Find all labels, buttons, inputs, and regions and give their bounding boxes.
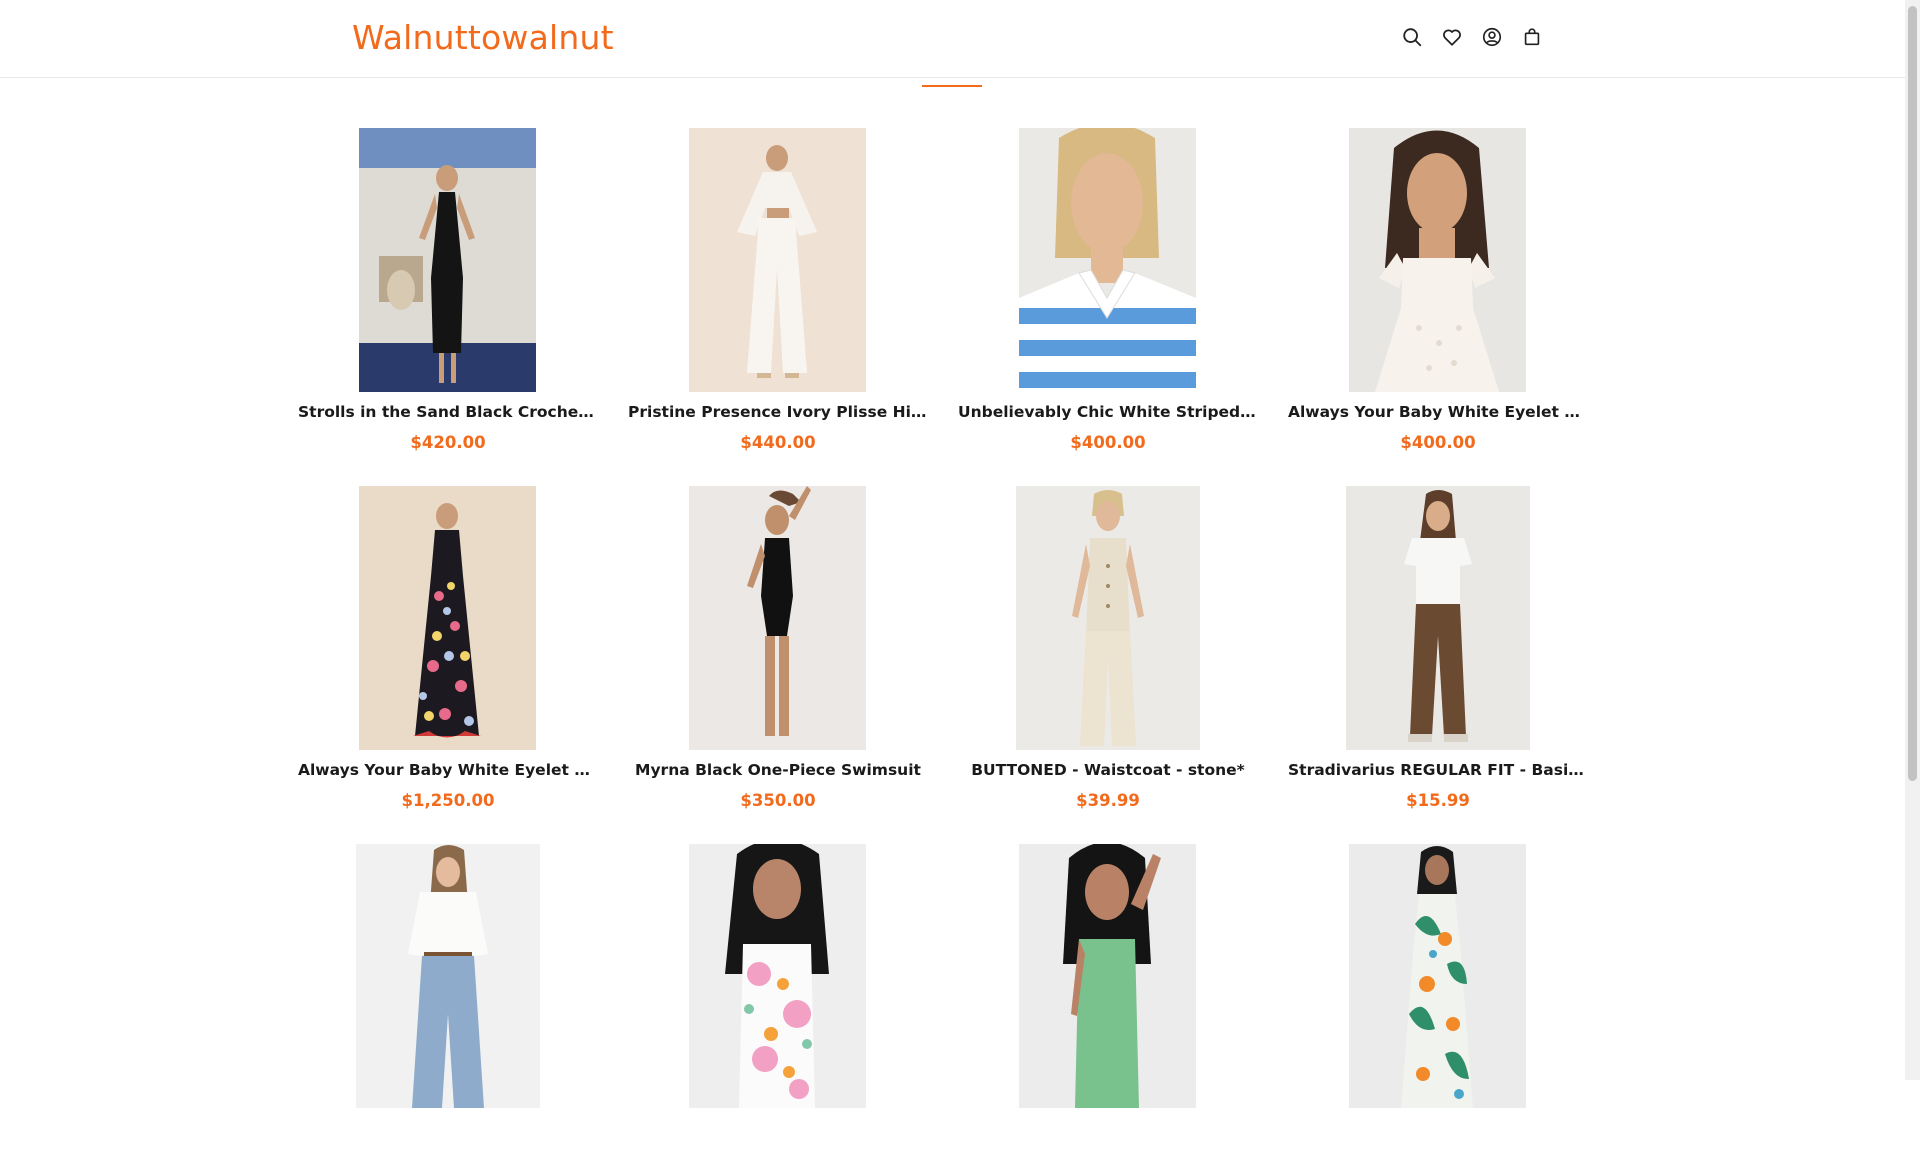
product-price: $400.00 bbox=[1400, 433, 1476, 452]
product-name[interactable]: Myrna Black One-Piece Swimsuit bbox=[628, 759, 928, 781]
product-card[interactable] bbox=[298, 844, 598, 1170]
product-image[interactable] bbox=[689, 844, 866, 1108]
product-image[interactable] bbox=[689, 486, 866, 750]
product-card[interactable] bbox=[628, 844, 928, 1170]
product-card[interactable]: Myrna Black One-Piece Swimsuit $350.00 bbox=[628, 486, 928, 812]
product-image[interactable] bbox=[1019, 128, 1196, 392]
search-icon[interactable] bbox=[1398, 22, 1426, 52]
product-grid: Strolls in the Sand Black Crochet Midi D… bbox=[298, 128, 1618, 1170]
product-card[interactable]: Stradivarius REGULAR FIT - Basic T-shirt… bbox=[1288, 486, 1588, 812]
product-card[interactable]: Pristine Presence Ivory Plisse High-Wais… bbox=[628, 128, 928, 454]
header-actions bbox=[1398, 22, 1546, 52]
product-price: $400.00 bbox=[1070, 433, 1146, 452]
active-nav-indicator bbox=[922, 85, 982, 87]
product-card[interactable] bbox=[958, 844, 1258, 1170]
product-card[interactable]: Strolls in the Sand Black Crochet Midi D… bbox=[298, 128, 598, 454]
product-image[interactable] bbox=[1349, 128, 1526, 392]
product-price: $1,250.00 bbox=[401, 791, 495, 810]
product-image[interactable] bbox=[1016, 486, 1200, 750]
product-price: $350.00 bbox=[740, 791, 816, 810]
product-price: $440.00 bbox=[740, 433, 816, 452]
product-price: $420.00 bbox=[410, 433, 486, 452]
page-scrollbar[interactable] bbox=[1905, 0, 1920, 1080]
site-logo[interactable]: Walnuttowalnut bbox=[352, 14, 614, 62]
product-image[interactable] bbox=[1019, 844, 1196, 1108]
product-image[interactable] bbox=[359, 486, 536, 750]
product-price: $39.99 bbox=[1076, 791, 1140, 810]
product-card[interactable]: Always Your Baby White Eyelet Babydoll T… bbox=[1288, 128, 1588, 454]
product-name[interactable]: Always Your Baby White Eyelet Babydoll T… bbox=[1288, 401, 1588, 423]
product-name[interactable]: Always Your Baby White Eyelet Babydoll D… bbox=[298, 759, 598, 781]
product-image[interactable] bbox=[689, 128, 866, 392]
product-image[interactable] bbox=[1346, 486, 1530, 750]
product-name[interactable]: BUTTONED - Waistcoat - stone* bbox=[958, 759, 1258, 781]
product-name[interactable]: Strolls in the Sand Black Crochet Midi D… bbox=[298, 401, 598, 423]
product-name[interactable]: Stradivarius REGULAR FIT - Basic T-shirt bbox=[1288, 759, 1588, 781]
product-card[interactable]: BUTTONED - Waistcoat - stone* $39.99 bbox=[958, 486, 1258, 812]
bag-icon[interactable] bbox=[1518, 22, 1546, 52]
site-header: Walnuttowalnut bbox=[0, 0, 1905, 78]
product-image[interactable] bbox=[356, 844, 540, 1108]
product-image[interactable] bbox=[359, 128, 536, 392]
product-card[interactable]: Unbelievably Chic White Striped Collared… bbox=[958, 128, 1258, 454]
product-card[interactable] bbox=[1288, 844, 1588, 1170]
scrollbar-thumb[interactable] bbox=[1908, 6, 1917, 781]
product-name[interactable]: Pristine Presence Ivory Plisse High-Wais… bbox=[628, 401, 928, 423]
product-image[interactable] bbox=[1349, 844, 1526, 1108]
product-price: $15.99 bbox=[1406, 791, 1470, 810]
heart-icon[interactable] bbox=[1438, 22, 1466, 52]
account-icon[interactable] bbox=[1478, 22, 1506, 52]
product-card[interactable]: Always Your Baby White Eyelet Babydoll D… bbox=[298, 486, 598, 812]
product-name[interactable]: Unbelievably Chic White Striped Collared… bbox=[958, 401, 1258, 423]
